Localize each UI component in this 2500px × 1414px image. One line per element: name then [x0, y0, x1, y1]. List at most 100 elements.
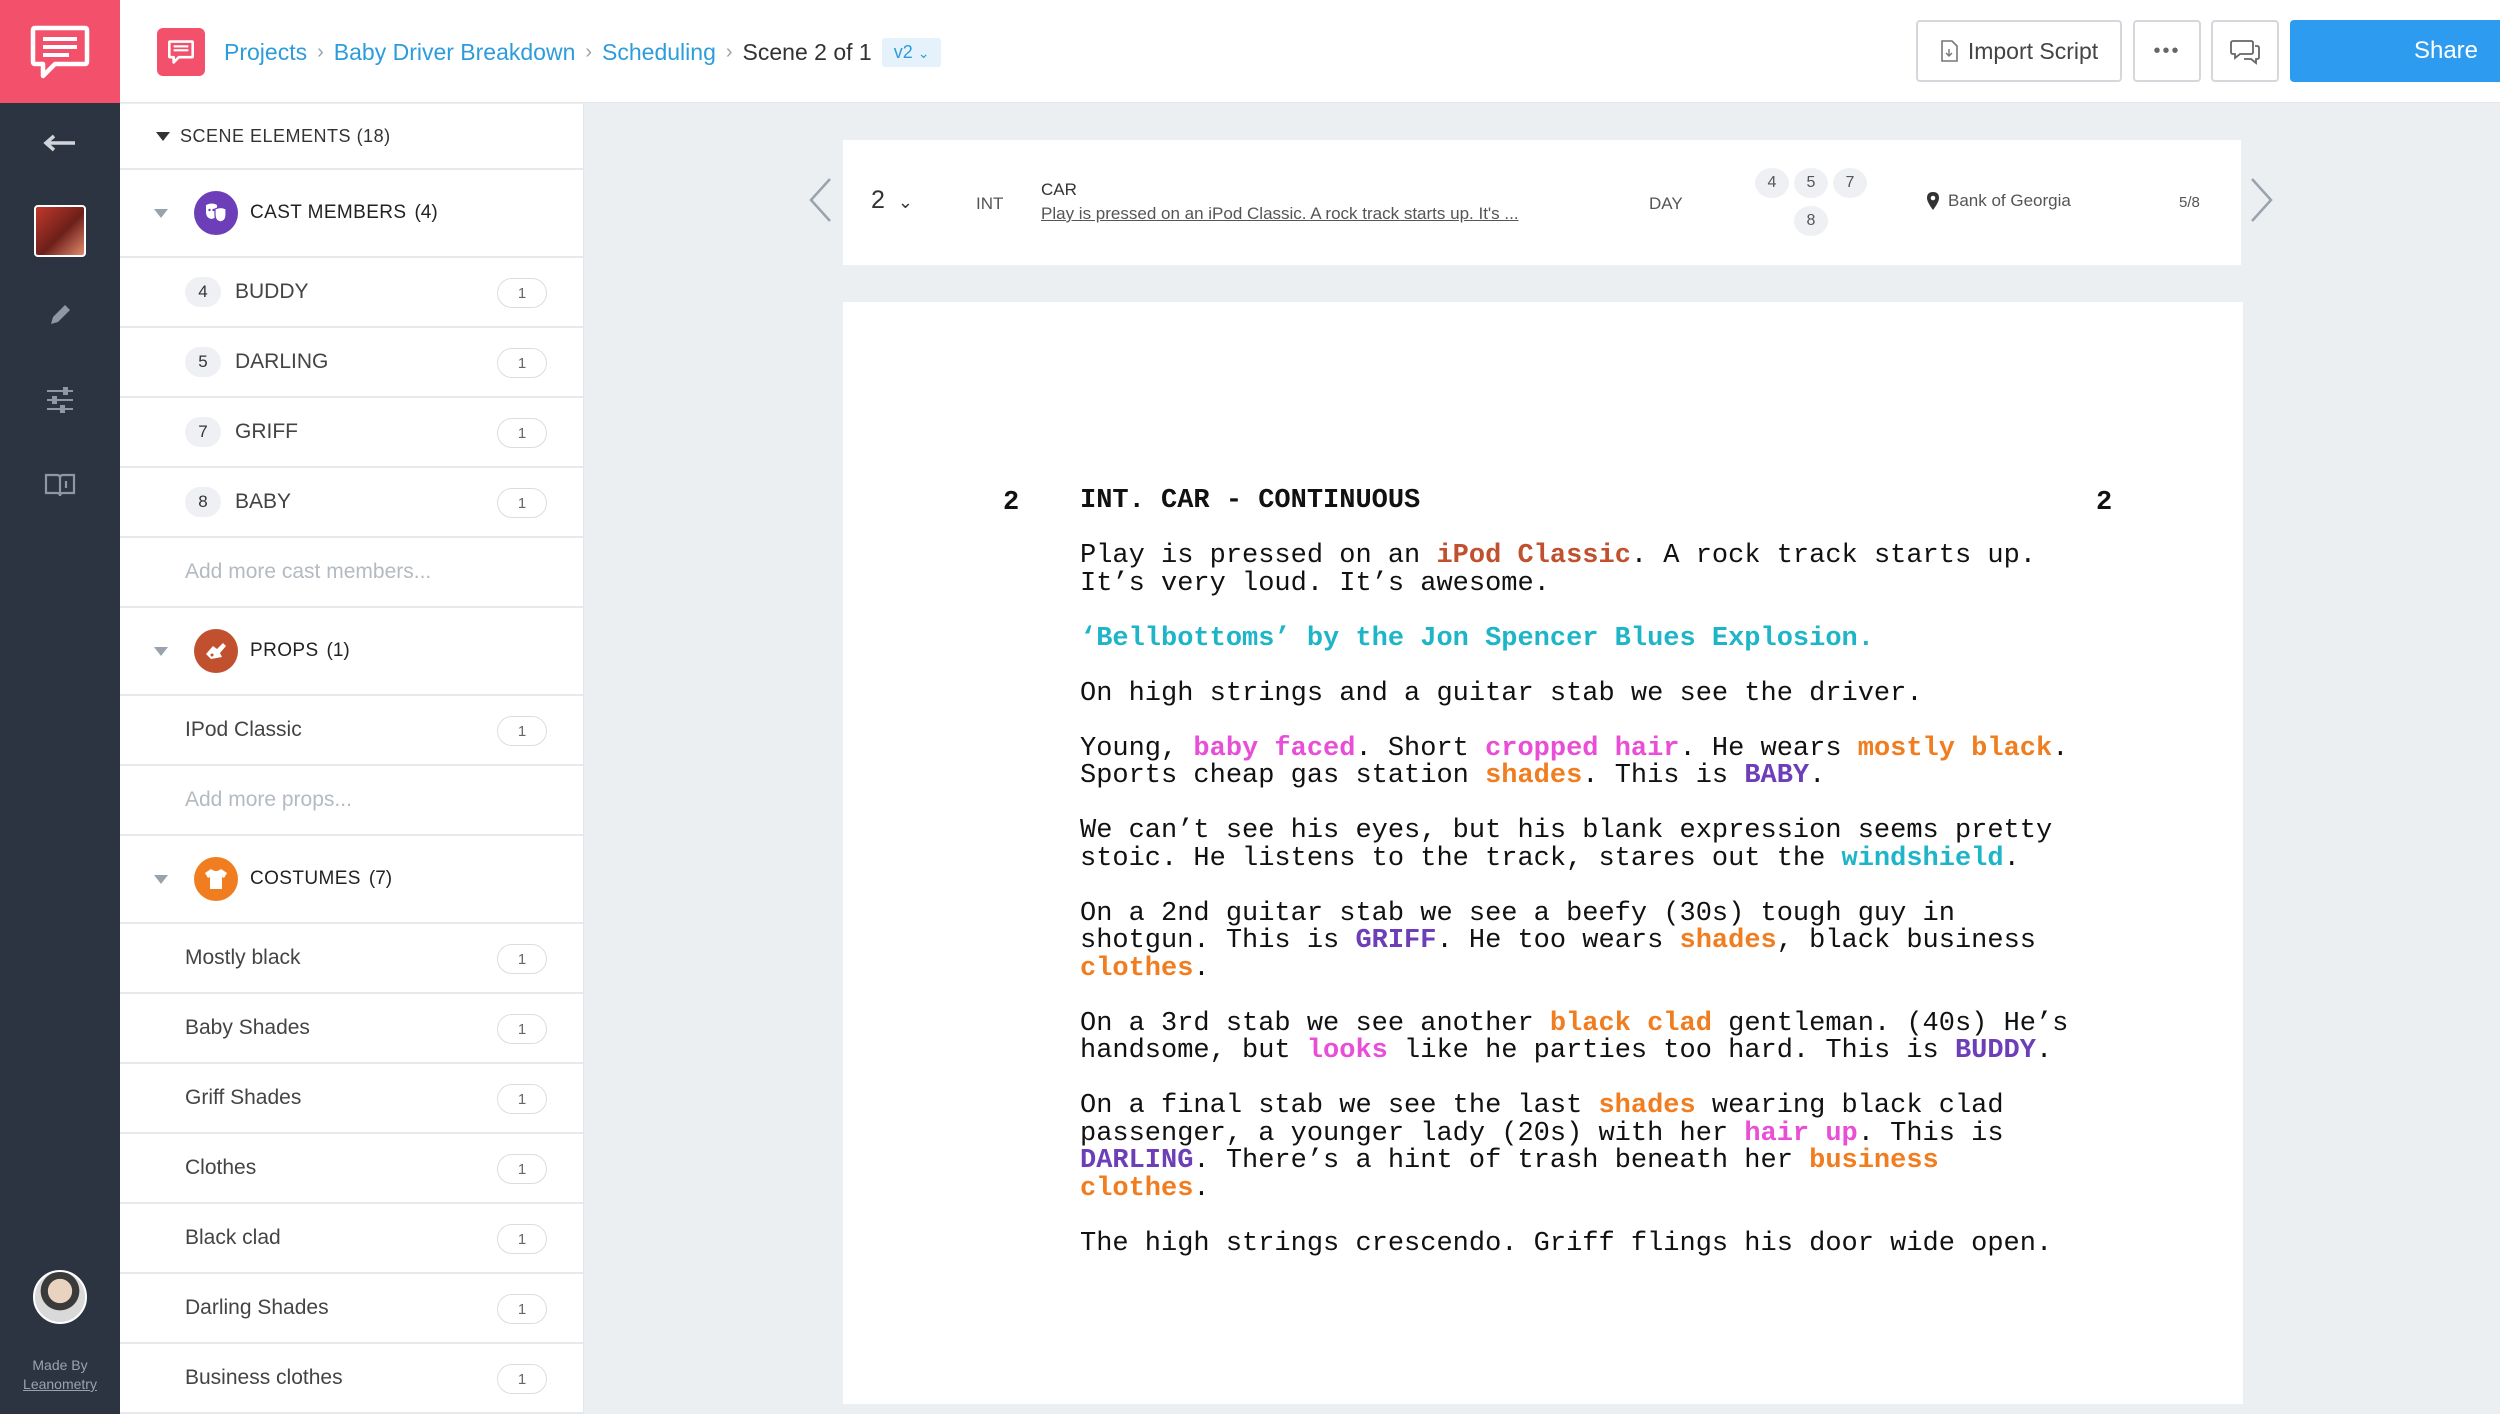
tagged-cast[interactable]: GRIFF: [1355, 926, 1436, 956]
action-text: . This is: [1582, 761, 1745, 791]
costumes-label: COSTUMES: [250, 868, 361, 889]
tagged-costume[interactable]: clothes: [1080, 1174, 1193, 1204]
cast-name: BUDDY: [235, 280, 309, 303]
tagged-cast[interactable]: BABY: [1744, 761, 1809, 791]
costume-name: Griff Shades: [185, 1086, 302, 1109]
costume-item[interactable]: Business clothes 1: [120, 1344, 583, 1414]
pencil-icon[interactable]: [0, 285, 120, 345]
costumes-count: (7): [368, 868, 393, 889]
tagged-costume[interactable]: clothes: [1080, 954, 1193, 984]
scene-elements-sidebar: SCENE ELEMENTS (18) CAST MEMBERS (4) 4 B…: [120, 104, 584, 1414]
action-paragraph: On a 3rd stab we see another black clad …: [1080, 1008, 2110, 1066]
costumes-group[interactable]: COSTUMES (7): [120, 836, 583, 924]
action-text: On a 3rd stab we see another: [1080, 1008, 1550, 1039]
prop-item-ipod-classic[interactable]: IPod Classic 1: [120, 696, 583, 766]
props-group[interactable]: PROPS (1): [120, 608, 583, 696]
occurrence-badge: 1: [497, 488, 547, 518]
logo-icon: [30, 25, 90, 78]
cast-item-griff[interactable]: 7 GRIFF 1: [120, 398, 583, 468]
scene-synopsis[interactable]: Play is pressed on an iPod Classic. A ro…: [1041, 204, 1561, 224]
tagged-makeup[interactable]: baby faced: [1193, 734, 1355, 764]
cast-item-baby[interactable]: 8 BABY 1: [120, 468, 583, 538]
int-ext-label: INT: [976, 194, 1004, 213]
costume-item[interactable]: Griff Shades 1: [120, 1064, 583, 1134]
tagged-hair[interactable]: hair up: [1744, 1119, 1857, 1149]
tagged-costume[interactable]: shades: [1485, 761, 1582, 791]
costume-item[interactable]: Black clad 1: [120, 1204, 583, 1274]
action-text: . This is: [1857, 1118, 2004, 1149]
breadcrumb-projects[interactable]: Projects: [224, 39, 307, 66]
project-thumbnail[interactable]: [34, 205, 86, 257]
action-text: .: [2003, 843, 2020, 874]
cast-number: 7: [185, 417, 221, 447]
studiobinder-logo[interactable]: [0, 0, 120, 103]
tagged-costume[interactable]: business: [1809, 1146, 1939, 1176]
chevron-right-icon: ›: [585, 40, 593, 63]
cast-item-buddy[interactable]: 4 BUDDY 1: [120, 258, 583, 328]
tagged-costume[interactable]: shades: [1598, 1091, 1695, 1121]
project-chat-icon[interactable]: [157, 28, 205, 76]
import-script-button[interactable]: Import Script: [1916, 20, 2122, 82]
version-dropdown[interactable]: v2 ⌄: [881, 37, 942, 67]
book-icon[interactable]: [0, 455, 120, 515]
tagged-cast[interactable]: DARLING: [1080, 1146, 1193, 1176]
action-text: stoic. He listens to the track, stares o…: [1080, 843, 1842, 874]
set-name: CAR: [1041, 180, 1077, 199]
breadcrumb-scheduling[interactable]: Scheduling: [602, 39, 716, 66]
tagged-costume[interactable]: black clad: [1550, 1009, 1712, 1039]
previous-scene-arrow[interactable]: [800, 170, 840, 230]
action-text: wearing black clad: [1695, 1091, 2004, 1121]
action-text: gentleman. (40s) He’s: [1711, 1008, 2069, 1039]
costume-item[interactable]: Baby Shades 1: [120, 994, 583, 1064]
back-arrow-icon[interactable]: [0, 113, 120, 173]
more-options-button[interactable]: •••: [2133, 20, 2201, 82]
scene-strip[interactable]: 2 ⌄ INT CAR Play is pressed on an iPod C…: [843, 140, 2241, 265]
scene-number-dropdown[interactable]: 2 ⌄: [871, 186, 913, 215]
tagged-prop[interactable]: iPod Classic: [1436, 541, 1630, 571]
comments-button[interactable]: [2211, 20, 2279, 82]
action-text: shotgun. This is: [1080, 926, 1356, 956]
breadcrumb-project[interactable]: Baby Driver Breakdown: [334, 39, 576, 66]
tagged-music[interactable]: ‘Bellbottoms’ by the Jon Spencer Blues E…: [1080, 625, 2110, 654]
scene-elements-header[interactable]: SCENE ELEMENTS (18): [120, 104, 583, 170]
cast-item-darling[interactable]: 5 DARLING 1: [120, 328, 583, 398]
cast-id-chip: 8: [1794, 206, 1828, 236]
comments-icon: [2230, 40, 2260, 65]
add-props-input[interactable]: Add more props...: [120, 766, 583, 836]
costume-name: Black clad: [185, 1226, 281, 1249]
scene-number: 2: [871, 186, 885, 214]
tagged-costume[interactable]: shades: [1680, 926, 1777, 956]
cast-number: 4: [185, 277, 221, 307]
costume-item[interactable]: Clothes 1: [120, 1134, 583, 1204]
action-text: . He wears: [1679, 733, 1858, 764]
props-icon: [194, 629, 238, 673]
action-text: .: [1193, 1173, 1210, 1204]
tagged-hair[interactable]: cropped hair: [1485, 734, 1679, 764]
tagged-makeup[interactable]: looks: [1307, 1036, 1388, 1066]
cast-number: 5: [185, 347, 221, 377]
import-script-label: Import Script: [1967, 37, 2099, 64]
next-scene-arrow[interactable]: [2242, 170, 2282, 230]
caret-down-icon: [156, 131, 170, 141]
action-text: handsome, but: [1080, 1036, 1307, 1066]
share-button[interactable]: Share: [2290, 20, 2500, 82]
tagged-costume[interactable]: mostly black: [1858, 734, 2052, 764]
made-by-credit: Made By Leanometry: [0, 1356, 120, 1394]
tagged-cast[interactable]: BUDDY: [1955, 1036, 2036, 1066]
made-by-label: Made By: [32, 1357, 88, 1373]
user-avatar[interactable]: [33, 1270, 87, 1324]
action-text: Sports cheap gas station: [1080, 761, 1486, 791]
time-of-day: DAY: [1649, 194, 1683, 213]
sliders-icon[interactable]: [0, 370, 120, 430]
costume-item[interactable]: Mostly black 1: [120, 924, 583, 994]
costume-item[interactable]: Darling Shades 1: [120, 1274, 583, 1344]
occurrence-badge: 1: [497, 1084, 547, 1114]
costume-name: Business clothes: [185, 1366, 343, 1389]
leanometry-link[interactable]: Leanometry: [23, 1376, 97, 1392]
add-cast-members-input[interactable]: Add more cast members...: [120, 538, 583, 608]
occurrence-badge: 1: [497, 1154, 547, 1184]
top-bar: Projects › Baby Driver Breakdown › Sched…: [120, 0, 2500, 103]
action-text: .: [1809, 761, 1826, 791]
cast-members-group[interactable]: CAST MEMBERS (4): [120, 170, 583, 258]
tagged-vehicle[interactable]: windshield: [1842, 844, 2004, 874]
